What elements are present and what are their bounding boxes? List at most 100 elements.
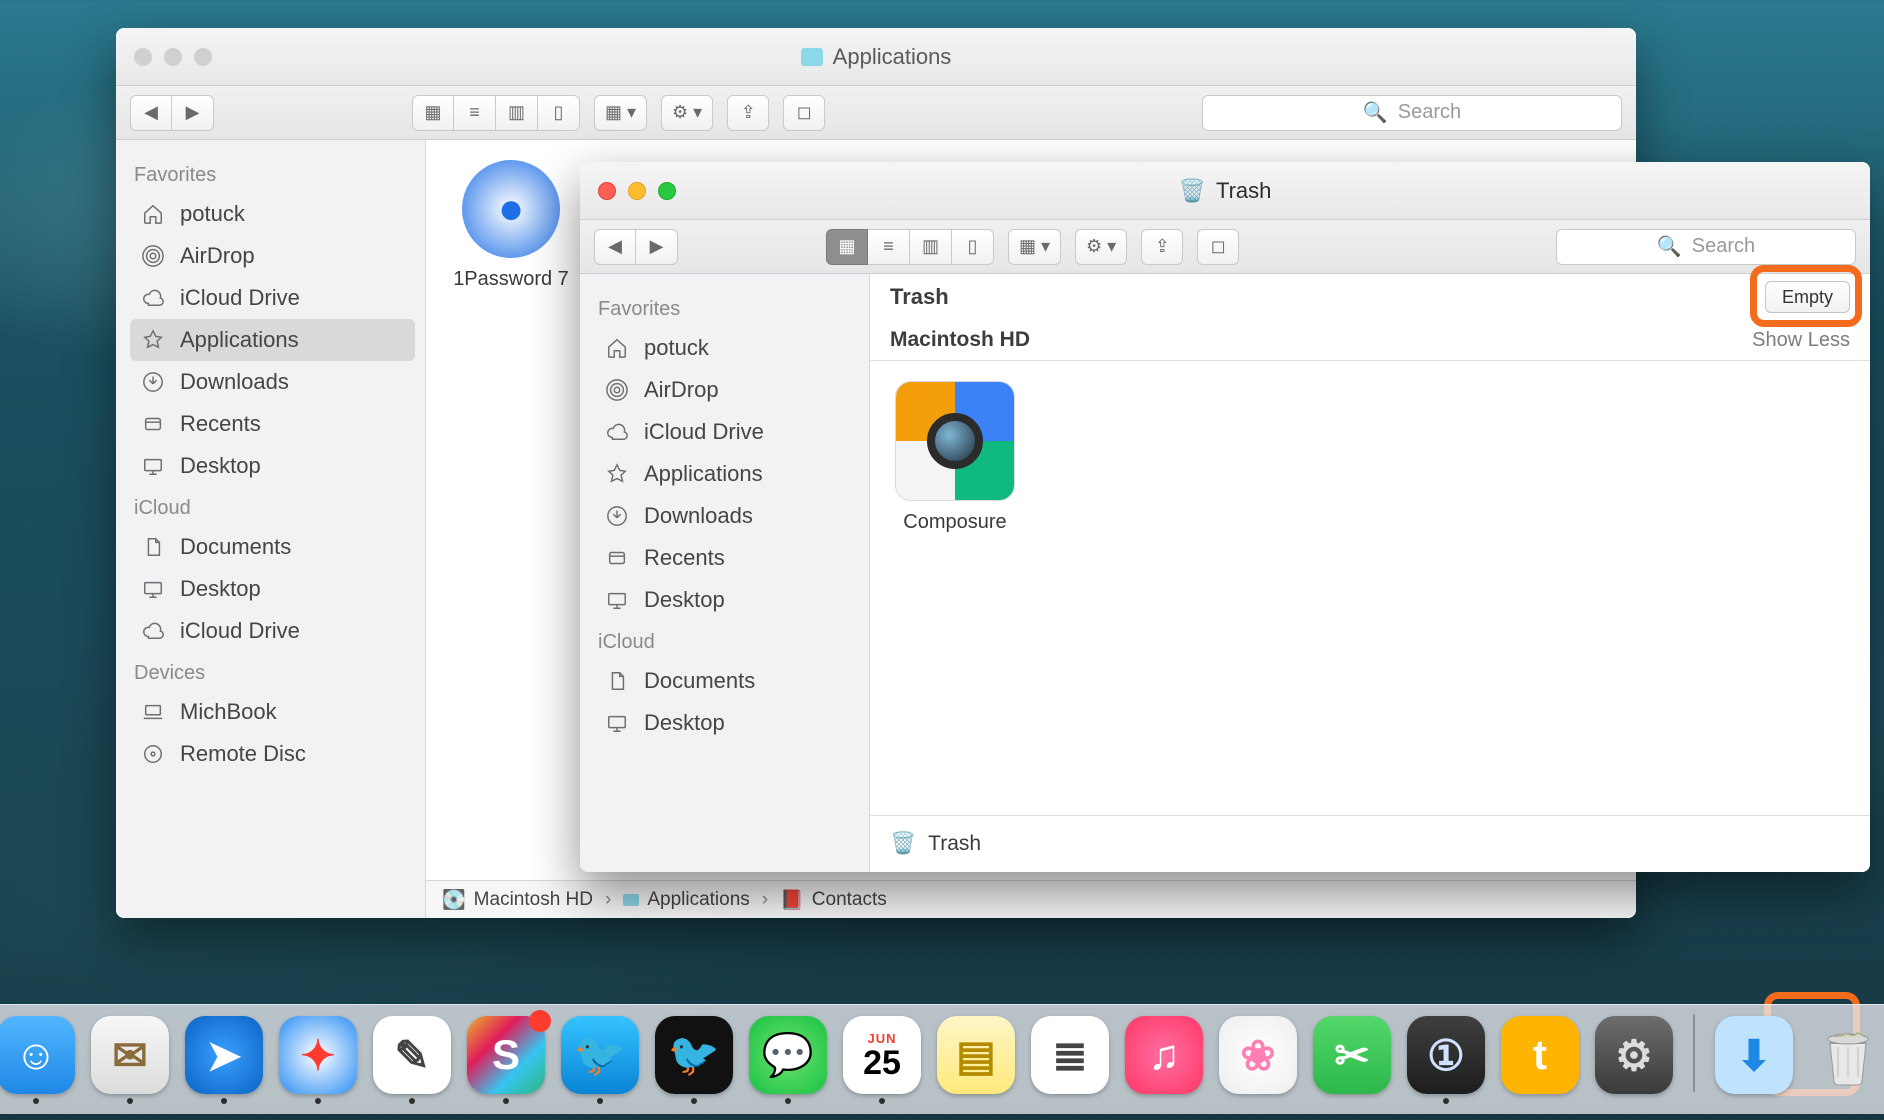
desktop-icon <box>604 589 630 611</box>
titlebar[interactable]: 🗑️ Trash <box>580 162 1870 220</box>
show-less-toggle[interactable]: Show Less <box>1752 329 1850 352</box>
dock-app-onepassword-icon[interactable]: ① <box>1407 1016 1485 1104</box>
sidebar-item-applications[interactable]: Applications <box>130 319 415 361</box>
dock-app-mail-icon[interactable]: ✉ <box>91 1016 169 1104</box>
nav-forward-button[interactable]: ▶ <box>636 229 678 265</box>
search-input[interactable]: 🔍 Search <box>1202 95 1622 131</box>
dock-app-twitter-icon[interactable]: 🐦 <box>655 1016 733 1104</box>
dock-app-music-icon[interactable]: ♫ <box>1125 1016 1203 1104</box>
downloads-icon <box>604 505 630 527</box>
sidebar-item-desktop-icloud[interactable]: Desktop <box>594 702 859 744</box>
dock-app-messages-icon[interactable]: 💬 <box>749 1016 827 1104</box>
applications-icon <box>604 463 630 485</box>
running-indicator <box>597 1098 603 1104</box>
dock: ☺✉➤✦✎S🐦🐦💬JUN25▤≣♫❀✂①t⚙⬇ <box>0 1010 1884 1120</box>
sidebar-item-label: Remote Disc <box>180 741 306 767</box>
sidebar-item-desktop-icloud[interactable]: Desktop <box>130 568 415 610</box>
share-button[interactable]: ⇪ <box>727 95 769 131</box>
dock-app-safari-icon[interactable]: ✦ <box>279 1016 357 1104</box>
sidebar-item-documents[interactable]: Documents <box>594 660 859 702</box>
path-bar[interactable]: 💽Macintosh HD › Applications › 📕Contacts <box>426 880 1636 918</box>
sidebar-item-recents[interactable]: Recents <box>130 403 415 445</box>
sidebar-item-label: AirDrop <box>180 243 255 269</box>
search-icon: 🔍 <box>1363 100 1388 125</box>
dock-app-scribble-icon[interactable]: ✎ <box>373 1016 451 1104</box>
device-label: Trash <box>928 832 981 856</box>
path-segment[interactable]: 📕Contacts <box>780 888 887 912</box>
sidebar-item-label: iCloud Drive <box>180 285 300 311</box>
action-menu-button[interactable]: ⚙ ▾ <box>661 95 713 131</box>
tag-button[interactable]: ◻ <box>783 95 825 131</box>
sidebar-item-potuck[interactable]: potuck <box>130 193 415 235</box>
sidebar: Favorites potuck AirDrop iCloud Drive Ap… <box>580 274 870 872</box>
sidebar-item-downloads[interactable]: Downloads <box>594 495 859 537</box>
view-icons-button[interactable]: ▦ <box>826 229 868 265</box>
view-columns-button[interactable]: ▥ <box>496 95 538 131</box>
sidebar-item-applications[interactable]: Applications <box>594 453 859 495</box>
trash-device-item[interactable]: 🗑️ Trash <box>888 826 1852 862</box>
dock-app-calendar-icon[interactable]: JUN25 <box>843 1016 921 1104</box>
sidebar-item-michbook[interactable]: MichBook <box>130 691 415 733</box>
dock-app-settings-icon[interactable]: ⚙ <box>1595 1016 1673 1104</box>
view-gallery-button[interactable]: ▯ <box>952 229 994 265</box>
running-indicator <box>1067 1098 1073 1104</box>
dock-app-photos-icon[interactable]: ❀ <box>1219 1016 1297 1104</box>
dock-app-notes-icon[interactable]: ▤ <box>937 1016 1015 1104</box>
sidebar-item-label: potuck <box>644 335 709 361</box>
sidebar-item-desktop[interactable]: Desktop <box>130 445 415 487</box>
group-menu-button[interactable]: ▦ ▾ <box>1008 229 1061 265</box>
path-segment[interactable]: 💽Macintosh HD <box>442 888 593 912</box>
trash-icon: 🗑️ <box>890 832 916 856</box>
view-icons-button[interactable]: ▦ <box>412 95 454 131</box>
view-columns-button[interactable]: ▥ <box>910 229 952 265</box>
group-menu-button[interactable]: ▦ ▾ <box>594 95 647 131</box>
sidebar-item-recents[interactable]: Recents <box>594 537 859 579</box>
sidebar-item-downloads[interactable]: Downloads <box>130 361 415 403</box>
trash-header: Trash Empty Macintosh HD Show Less <box>870 274 1870 361</box>
sidebar-item-iclouddrive-2[interactable]: iCloud Drive <box>130 610 415 652</box>
action-menu-button[interactable]: ⚙ ▾ <box>1075 229 1127 265</box>
sidebar-item-potuck[interactable]: potuck <box>594 327 859 369</box>
dock-app-slack-icon[interactable]: S <box>467 1016 545 1104</box>
nav-forward-button[interactable]: ▶ <box>172 95 214 131</box>
sidebar-item-airdrop[interactable]: AirDrop <box>594 369 859 411</box>
sidebar-header-favorites: Favorites <box>598 298 855 321</box>
view-list-button[interactable]: ≡ <box>868 229 910 265</box>
running-indicator <box>1751 1098 1757 1104</box>
nav-back-button[interactable]: ◀ <box>130 95 172 131</box>
sidebar-item-airdrop[interactable]: AirDrop <box>130 235 415 277</box>
recents-icon <box>604 547 630 569</box>
path-segment[interactable]: Applications <box>623 889 749 911</box>
sidebar-item-remotedisc[interactable]: Remote Disc <box>130 733 415 775</box>
trash-item-label: Composure <box>903 511 1006 534</box>
share-button[interactable]: ⇪ <box>1141 229 1183 265</box>
dock-downloads-stack[interactable]: ⬇ <box>1715 1016 1793 1104</box>
sidebar-item-documents[interactable]: Documents <box>130 526 415 568</box>
dock-app-things-icon[interactable]: t <box>1501 1016 1579 1104</box>
tag-button[interactable]: ◻ <box>1197 229 1239 265</box>
downloads-icon <box>140 371 166 393</box>
running-indicator <box>1255 1098 1261 1104</box>
dock-app-tweetbot-icon[interactable]: 🐦 <box>561 1016 639 1104</box>
sidebar-item-label: Desktop <box>644 587 725 613</box>
app-tile[interactable]: ● 1Password 7 <box>446 160 576 531</box>
trash-item[interactable]: Composure <box>890 381 1020 534</box>
dock-app-screenshot-icon[interactable]: ✂ <box>1313 1016 1391 1104</box>
titlebar[interactable]: Applications <box>116 28 1636 86</box>
sidebar-item-iclouddrive[interactable]: iCloud Drive <box>594 411 859 453</box>
search-input[interactable]: 🔍 Search <box>1556 229 1856 265</box>
trash-grid[interactable]: Composure <box>870 361 1870 815</box>
trash-devices: 🗑️ Trash <box>870 815 1870 872</box>
view-gallery-button[interactable]: ▯ <box>538 95 580 131</box>
dock-app-safari-nav-icon[interactable]: ➤ <box>185 1016 263 1104</box>
dock-app-finder-icon[interactable]: ☺ <box>0 1016 75 1104</box>
dock-app-reminders-icon[interactable]: ≣ <box>1031 1016 1109 1104</box>
sidebar-item-iclouddrive[interactable]: iCloud Drive <box>130 277 415 319</box>
view-list-button[interactable]: ≡ <box>454 95 496 131</box>
running-indicator <box>1443 1098 1449 1104</box>
sidebar-item-label: Documents <box>644 668 755 694</box>
dock-trash[interactable] <box>1809 1016 1884 1104</box>
sidebar-item-desktop[interactable]: Desktop <box>594 579 859 621</box>
nav-back-button[interactable]: ◀ <box>594 229 636 265</box>
sidebar-item-label: Applications <box>180 327 299 353</box>
